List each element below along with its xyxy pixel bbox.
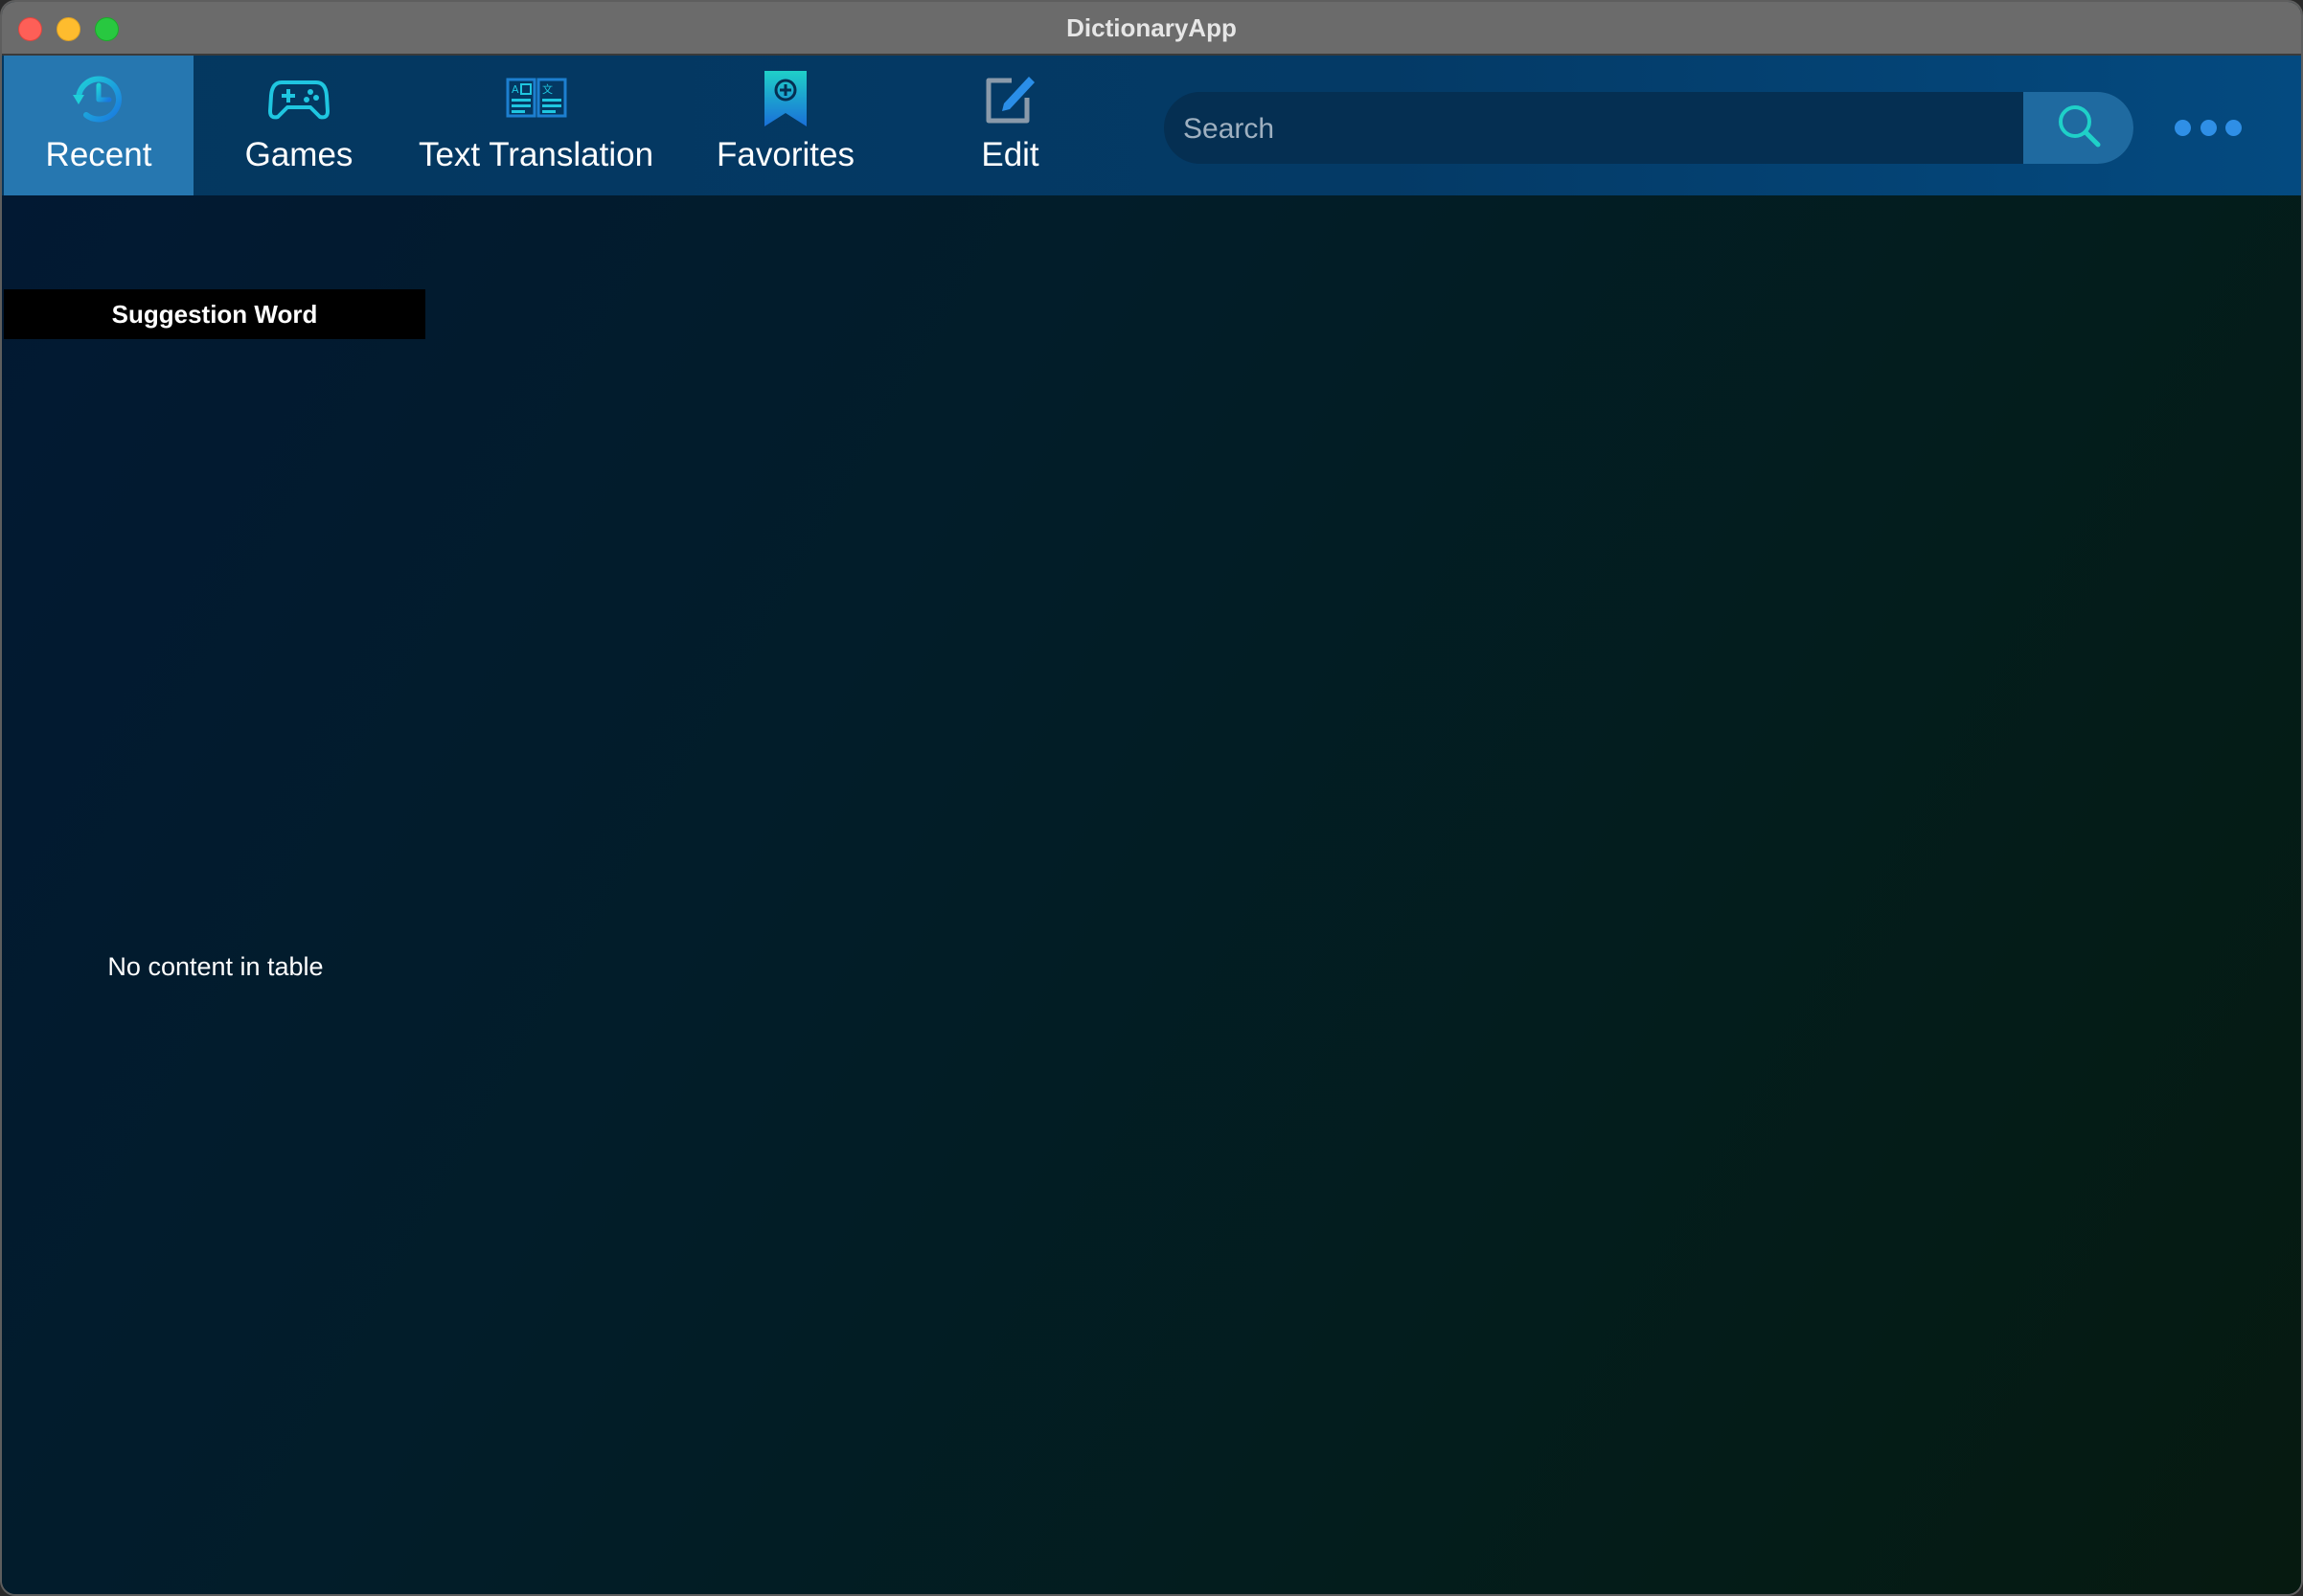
search-bar	[1164, 92, 2133, 164]
search-button[interactable]	[2023, 92, 2133, 164]
tab-favorites-label: Favorites	[717, 136, 855, 173]
tab-edit-label: Edit	[981, 136, 1039, 173]
toolbar: Recent Games A 文 Text Translation Favori…	[2, 56, 2301, 195]
edit-icon	[977, 69, 1044, 128]
app-window: DictionaryApp Recent Games A 文 Text Tran…	[0, 0, 2303, 1596]
tab-text-translation[interactable]: A 文 Text Translation	[414, 56, 658, 195]
svg-text:文: 文	[542, 82, 553, 96]
tab-recent[interactable]: Recent	[4, 56, 194, 195]
recent-clock-icon	[65, 69, 132, 128]
empty-table-message: No content in table	[107, 952, 324, 981]
tab-recent-label: Recent	[45, 136, 152, 173]
gamepad-icon	[265, 69, 332, 128]
tab-favorites[interactable]: Favorites	[699, 56, 872, 195]
tab-games[interactable]: Games	[205, 56, 393, 195]
tab-games-label: Games	[244, 136, 353, 173]
more-dot-icon	[2225, 120, 2242, 136]
title-bar: DictionaryApp	[2, 2, 2301, 56]
search-icon	[2054, 101, 2104, 155]
suggestion-word-header: Suggestion Word	[4, 289, 425, 339]
more-options-button[interactable]	[2175, 92, 2242, 164]
search-input[interactable]	[1181, 92, 2009, 164]
window-title: DictionaryApp	[1066, 13, 1237, 42]
more-dot-icon	[2175, 120, 2191, 136]
svg-text:A: A	[512, 83, 519, 96]
translation-icon: A 文	[503, 69, 570, 128]
more-dot-icon	[2200, 120, 2217, 136]
main-content: Suggestion Word No content in table	[2, 195, 2301, 1594]
tab-edit[interactable]: Edit	[941, 56, 1080, 195]
tab-text-translation-label: Text Translation	[418, 136, 654, 173]
bookmark-icon	[752, 69, 819, 128]
